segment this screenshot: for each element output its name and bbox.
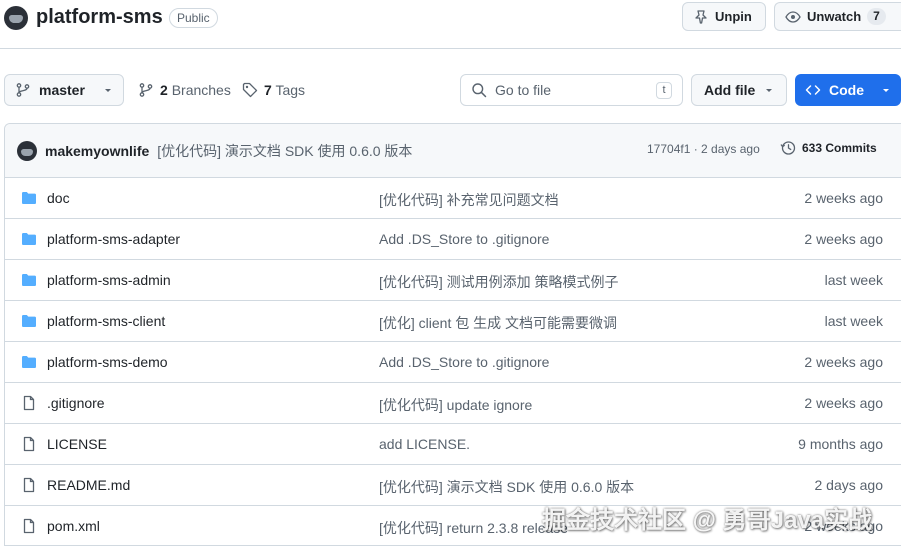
code-icon <box>805 82 821 98</box>
commits-count: 633 Commits <box>802 141 877 155</box>
file-commit-message-link[interactable]: [优化代码] update ignore <box>379 395 532 415</box>
folder-icon <box>21 272 37 291</box>
file-row[interactable]: platform-sms-client [优化] client 包 生成 文档可能… <box>5 301 901 342</box>
file-commit-age: 9 months ago <box>798 436 883 452</box>
folder-icon <box>21 190 37 209</box>
file-icon <box>21 395 37 414</box>
add-file-label: Add file <box>704 82 756 98</box>
file-name-link[interactable]: doc <box>47 190 70 206</box>
repo-header: platform-sms Public Unpin Unwatch 7 <box>0 0 901 49</box>
file-commit-message-link[interactable]: [优化代码] 测试用例添加 策略模式例子 <box>379 272 619 292</box>
file-name-link[interactable]: .gitignore <box>47 395 105 411</box>
file-name-link[interactable]: platform-sms-client <box>47 313 165 329</box>
file-commit-age: 2 weeks ago <box>804 354 883 370</box>
watermark: 掘金技术社区 @ 勇哥Java实战 <box>542 507 873 534</box>
owner-avatar[interactable] <box>4 6 28 30</box>
file-name-link[interactable]: LICENSE <box>47 436 107 452</box>
add-file-button[interactable]: Add file <box>691 74 787 106</box>
file-commit-age: 2 weeks ago <box>804 395 883 411</box>
file-row[interactable]: .gitignore [优化代码] update ignore 2 weeks ag… <box>5 383 901 424</box>
file-commit-age: last week <box>824 272 883 288</box>
file-commit-message-link[interactable]: add LICENSE. <box>379 436 470 452</box>
file-commit-age: last week <box>824 313 883 329</box>
file-name-link[interactable]: pom.xml <box>47 518 100 534</box>
file-commit-message-link[interactable]: [优化代码] 演示文档 SDK 使用 0.6.0 版本 <box>379 477 634 497</box>
tags-count: 7 <box>264 82 272 98</box>
file-row[interactable]: doc [优化代码] 补充常见问题文档 2 weeks ago <box>5 178 901 219</box>
tags-label: Tags <box>275 82 306 98</box>
file-name-link[interactable]: README.md <box>47 477 130 493</box>
visibility-badge: Public <box>169 8 218 28</box>
branches-label: Branches <box>171 82 231 98</box>
file-commit-message-link[interactable]: Add .DS_Store to .gitignore <box>379 354 549 370</box>
code-button[interactable]: Code <box>795 74 901 106</box>
file-name-link[interactable]: platform-sms-admin <box>47 272 171 288</box>
file-icon <box>21 436 37 455</box>
eye-icon <box>785 9 801 25</box>
history-icon <box>780 140 796 156</box>
file-row[interactable]: platform-sms-demo Add .DS_Store to .gitig… <box>5 342 901 383</box>
file-list: doc [优化代码] 补充常见问题文档 2 weeks ago platform-sm… <box>5 178 901 546</box>
code-label: Code <box>829 82 864 98</box>
branch-icon <box>138 82 154 98</box>
folder-icon <box>21 313 37 332</box>
repo-name-link[interactable]: platform-sms <box>36 6 163 29</box>
file-commit-message-link[interactable]: [优化代码] return 2.3.8 release <box>379 518 568 538</box>
chevron-down-icon <box>881 85 891 95</box>
latest-commit-bar: makemyownlife [优化代码] 演示文档 SDK 使用 0.6.0 版… <box>5 124 901 178</box>
commit-meta[interactable]: 17704f1 · 2 days ago <box>647 142 760 156</box>
keyboard-shortcut-hint: t <box>656 81 672 99</box>
folder-icon <box>21 354 37 373</box>
tags-link[interactable]: 7 Tags <box>242 82 305 98</box>
branch-name: master <box>39 82 85 98</box>
file-name-link[interactable]: platform-sms-adapter <box>47 231 180 247</box>
watch-count: 7 <box>867 8 886 25</box>
commit-message-link[interactable]: [优化代码] 演示文档 SDK 使用 0.6.0 版本 <box>157 141 412 161</box>
branch-select[interactable]: master <box>4 74 124 106</box>
file-icon <box>21 477 37 496</box>
commits-history-link[interactable]: 633 Commits <box>780 140 877 156</box>
folder-icon <box>21 231 37 250</box>
branches-link[interactable]: 2 Branches <box>138 82 231 98</box>
commit-author-link[interactable]: makemyownlife <box>45 143 149 159</box>
unpin-button[interactable]: Unpin <box>682 2 766 31</box>
branch-icon <box>15 82 31 98</box>
unpin-label: Unpin <box>715 9 752 24</box>
unwatch-button[interactable]: Unwatch 7 <box>774 2 901 31</box>
go-to-file-placeholder: Go to file <box>495 82 552 98</box>
branches-count: 2 <box>160 82 168 98</box>
file-commit-age: 2 weeks ago <box>804 190 883 206</box>
file-icon <box>21 518 37 537</box>
tag-icon <box>242 82 258 98</box>
file-commit-message-link[interactable]: [优化] client 包 生成 文档可能需要微调 <box>379 313 617 333</box>
file-name-link[interactable]: platform-sms-demo <box>47 354 168 370</box>
file-row[interactable]: LICENSE add LICENSE. 9 months ago <box>5 424 901 465</box>
file-table: makemyownlife [优化代码] 演示文档 SDK 使用 0.6.0 版… <box>4 123 901 546</box>
file-commit-age: 2 days ago <box>814 477 884 493</box>
pin-icon <box>693 9 709 25</box>
chevron-down-icon <box>103 85 113 95</box>
author-avatar[interactable] <box>17 140 37 161</box>
unwatch-label: Unwatch <box>807 9 862 24</box>
chevron-down-icon <box>764 85 774 95</box>
file-row[interactable]: platform-sms-adapter Add .DS_Store to .gi… <box>5 219 901 260</box>
file-commit-message-link[interactable]: [优化代码] 补充常见问题文档 <box>379 190 559 210</box>
file-commit-age: 2 weeks ago <box>804 231 883 247</box>
file-commit-message-link[interactable]: Add .DS_Store to .gitignore <box>379 231 549 247</box>
file-row[interactable]: platform-sms-admin [优化代码] 测试用例添加 策略模式例子 la… <box>5 260 901 301</box>
search-icon <box>471 82 487 98</box>
go-to-file-input[interactable]: Go to file t <box>460 74 683 106</box>
